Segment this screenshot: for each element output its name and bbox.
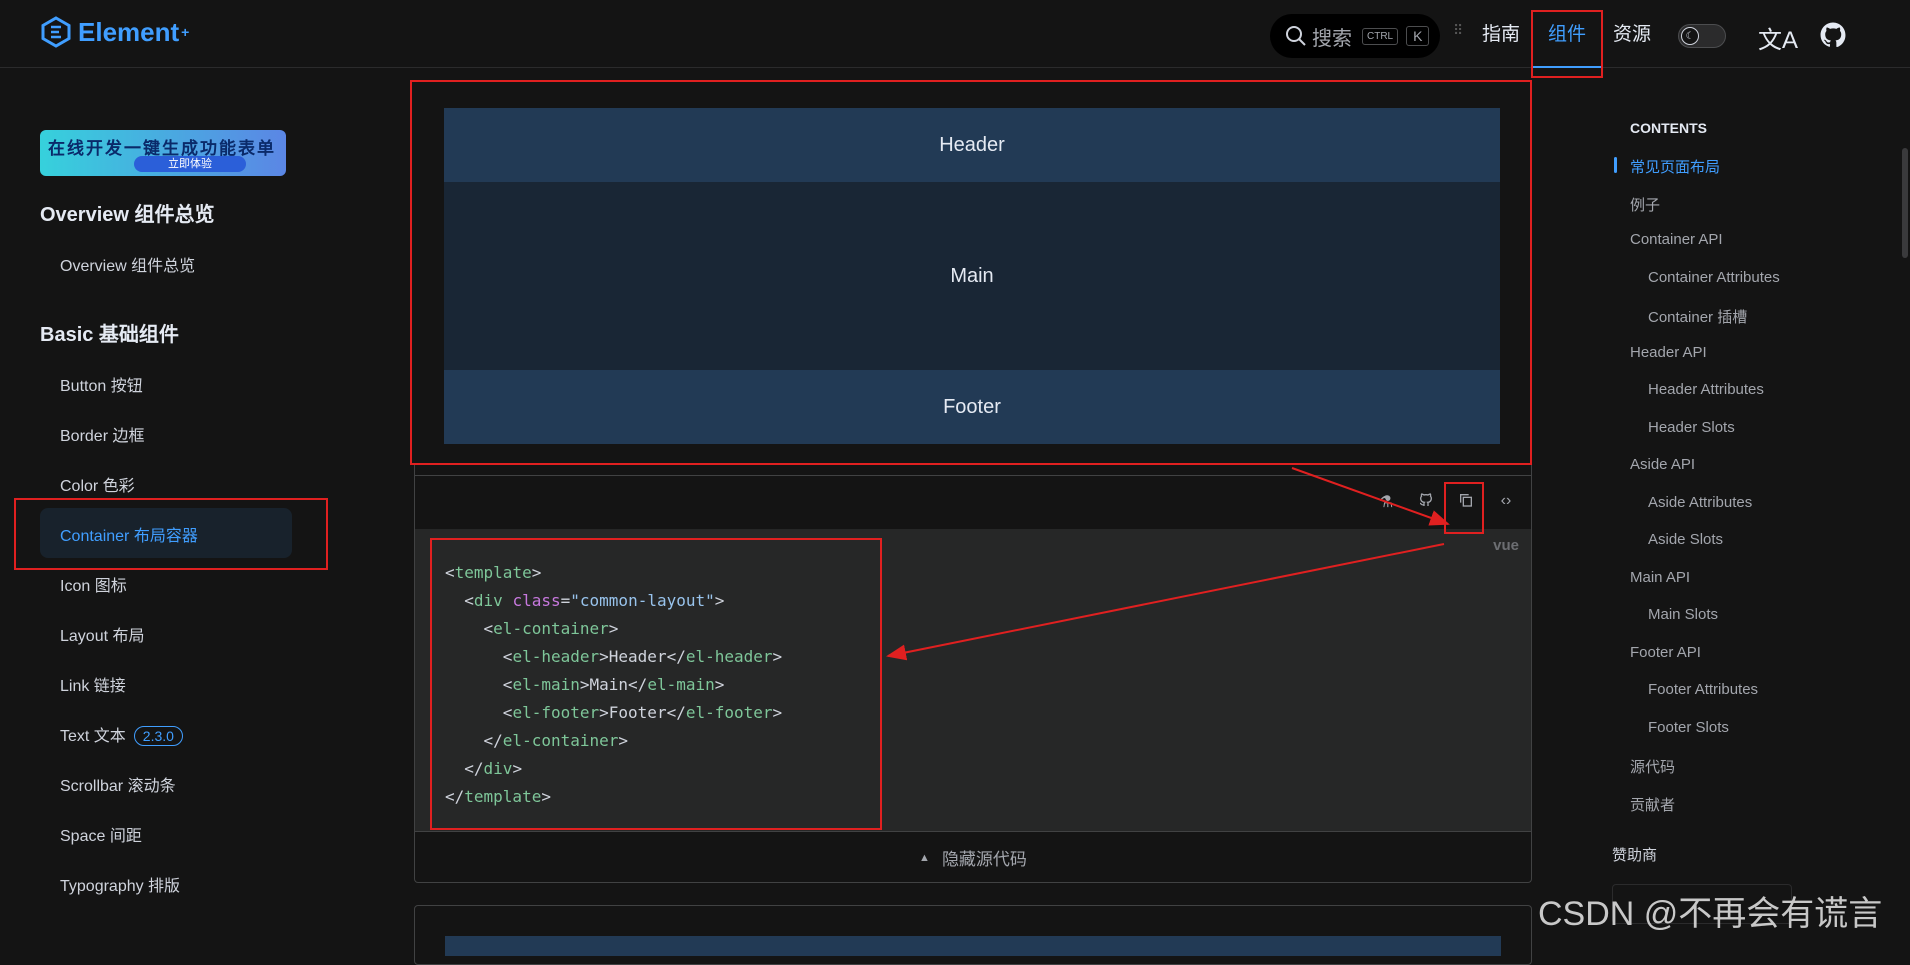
sidebar-item-text[interactable]: Text 文本 2.3.0 — [60, 722, 183, 746]
toc-item-footer-attrs[interactable]: Footer Attributes — [1648, 681, 1758, 698]
element-hex-icon — [41, 16, 71, 48]
next-demo-strip — [445, 936, 1501, 956]
code-lang-label: vue — [1493, 537, 1519, 554]
toc-active-marker — [1614, 157, 1617, 173]
sidebar-item-typography[interactable]: Typography 排版 — [60, 872, 180, 896]
toc-item-container-api[interactable]: Container API — [1630, 231, 1723, 248]
sidebar-item-text-label: Text 文本 — [60, 728, 126, 745]
sidebar-item-scrollbar[interactable]: Scrollbar 滚动条 — [60, 772, 176, 796]
dark-mode-toggle[interactable]: ☾ — [1678, 24, 1726, 48]
toc-item-footer-slots[interactable]: Footer Slots — [1648, 719, 1729, 736]
toc-item-common-layout[interactable]: 常见页面布局 — [1630, 156, 1720, 177]
toc-item-main-slots[interactable]: Main Slots — [1648, 606, 1718, 623]
toc-item-source[interactable]: 源代码 — [1630, 756, 1675, 777]
logo-plus: + — [181, 24, 190, 40]
code-block: vue <template> <div class="common-layout… — [415, 529, 1531, 831]
sidebar-item-icon[interactable]: Icon 图标 — [60, 572, 127, 596]
toc-title: CONTENTS — [1630, 120, 1707, 136]
code-toggle-icon[interactable]: ‹› — [1495, 492, 1517, 514]
hide-source-button[interactable]: ▲ 隐藏源代码 — [415, 831, 1531, 883]
nav-guide[interactable]: 指南 — [1482, 0, 1520, 68]
demo-header: Header — [444, 108, 1500, 182]
sidebar-group-basic: Basic 基础组件 — [40, 324, 179, 346]
element-logo[interactable]: Element + — [40, 16, 189, 48]
demo-preview: Header Main Footer — [414, 80, 1532, 465]
moon-icon: ☾ — [1681, 27, 1699, 45]
demo-footer: Footer — [444, 370, 1500, 444]
banner-button[interactable]: 立即体验 — [134, 156, 246, 172]
sidebar-item-space[interactable]: Space 间距 — [60, 822, 142, 846]
github-icon[interactable] — [1820, 22, 1846, 53]
hide-source-label: 隐藏源代码 — [941, 850, 1027, 869]
demo-toolbar: ⚗ ‹› — [415, 475, 1531, 529]
sidebar-item-border[interactable]: Border 边框 — [60, 422, 144, 446]
translate-icon[interactable]: 文A — [1758, 20, 1798, 55]
toc-item-container-attrs[interactable]: Container Attributes — [1648, 269, 1780, 286]
playground-icon[interactable]: ⚗ — [1375, 492, 1397, 514]
github-edit-icon[interactable] — [1415, 492, 1437, 514]
code-panel: ⚗ ‹› vue <template> <div class="common-l… — [414, 465, 1532, 883]
promo-banner[interactable]: 在线开发一键生成功能表单 立即体验 — [40, 130, 286, 176]
next-demo-card — [414, 905, 1532, 965]
sponsor-title: 赞助商 — [1612, 847, 1658, 864]
toc-item-footer-api[interactable]: Footer API — [1630, 644, 1701, 661]
sidebar: 在线开发一键生成功能表单 立即体验 Overview 组件总览 Overview… — [0, 68, 330, 942]
grid-dots-icon: ⠿ — [1453, 22, 1464, 38]
toc-item-container-slots[interactable]: Container 插槽 — [1648, 306, 1747, 327]
sidebar-item-container[interactable]: Container 布局容器 — [60, 522, 198, 546]
version-badge: 2.3.0 — [133, 726, 183, 746]
logo-text: Element — [78, 16, 180, 47]
toc-item-aside-api[interactable]: Aside API — [1630, 456, 1695, 473]
search-button[interactable]: 搜索 CTRL K — [1270, 14, 1440, 58]
code-content: <template> <div class="common-layout"> <… — [445, 563, 783, 806]
layout-example: Header Main Footer — [444, 108, 1500, 444]
nav-resources[interactable]: 资源 — [1613, 0, 1651, 68]
csdn-watermark: CSDN @不再会有谎言 — [1538, 895, 1883, 933]
shortcut-k: K — [1406, 26, 1430, 46]
sidebar-item-layout[interactable]: Layout 布局 — [60, 622, 145, 646]
toc-item-header-slots[interactable]: Header Slots — [1648, 419, 1735, 436]
sidebar-item-color[interactable]: Color 色彩 — [60, 472, 135, 496]
toc-item-aside-attrs[interactable]: Aside Attributes — [1648, 494, 1752, 511]
demo-main: Main — [444, 182, 1500, 370]
toc-item-main-api[interactable]: Main API — [1630, 569, 1690, 586]
toc-item-contributors[interactable]: 贡献者 — [1630, 794, 1675, 815]
page-scrollbar[interactable] — [1902, 148, 1908, 258]
sidebar-group-overview: Overview 组件总览 — [40, 204, 215, 226]
toc-item-header-attrs[interactable]: Header Attributes — [1648, 381, 1764, 398]
nav-components[interactable]: 组件 — [1531, 0, 1603, 68]
sidebar-item-button[interactable]: Button 按钮 — [60, 372, 143, 396]
search-label: 搜索 — [1312, 27, 1352, 50]
copy-icon[interactable] — [1455, 492, 1477, 514]
toc-item-header-api[interactable]: Header API — [1630, 344, 1707, 361]
shortcut-ctrl: CTRL — [1362, 27, 1399, 45]
sidebar-item-link[interactable]: Link 链接 — [60, 672, 126, 696]
caret-up-icon: ▲ — [919, 851, 930, 864]
toc-item-example[interactable]: 例子 — [1630, 194, 1660, 215]
top-navbar: Element + 搜索 CTRL K ⠿ 指南 组件 资源 ☾ 文A — [0, 0, 1910, 68]
toc-item-aside-slots[interactable]: Aside Slots — [1648, 531, 1723, 548]
search-icon — [1286, 26, 1306, 46]
sidebar-item-overview[interactable]: Overview 组件总览 — [60, 252, 195, 276]
